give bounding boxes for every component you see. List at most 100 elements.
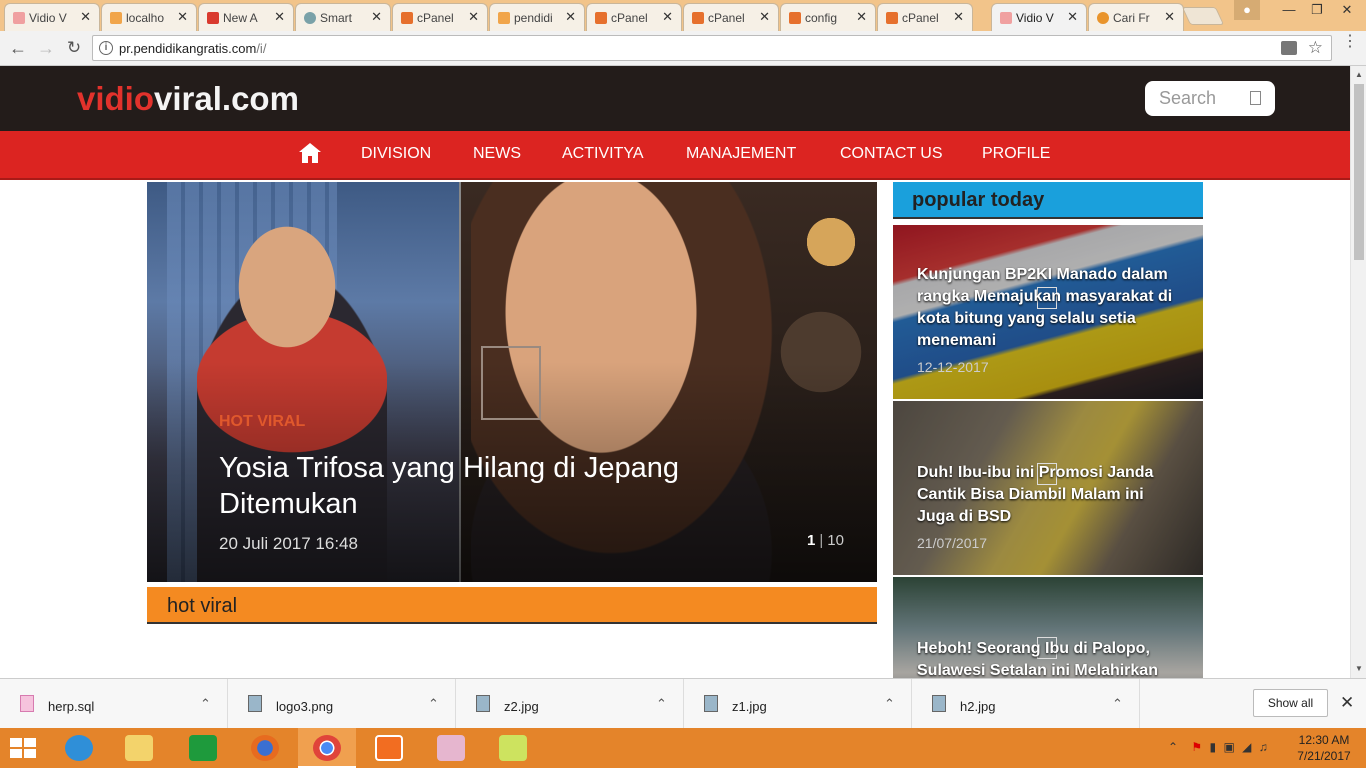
show-all-button[interactable]: Show all [1253,689,1328,717]
chevron-up-icon[interactable]: ⌃ [200,696,211,712]
page-scrollbar[interactable]: ▲ ▼ [1350,66,1366,678]
taskbar-chrome[interactable] [298,728,356,768]
start-button[interactable] [0,728,48,768]
close-icon[interactable]: ✕ [1164,9,1175,25]
scroll-up-arrow-icon[interactable]: ▲ [1355,70,1363,79]
browser-menu-icon[interactable]: ⋮ [1342,34,1358,50]
flag-icon[interactable]: ⚑ [1191,740,1202,754]
hero-category[interactable]: HOT VIRAL [219,413,305,431]
browser-tab[interactable]: Vidio V ✕ [4,3,100,31]
popular-item-title[interactable]: Heboh! Seorang Ibu di Palopo, Sulawesi S… [917,638,1183,678]
close-icon[interactable]: ✕ [565,9,576,25]
reload-icon[interactable]: ↻ [62,36,86,60]
volume-icon[interactable]: ♫ [1259,740,1268,754]
nav-item-contact-us[interactable]: CONTACT US [840,145,943,163]
close-icon[interactable]: ✕ [80,9,91,25]
translate-icon[interactable] [1281,41,1297,55]
pager-total[interactable]: 10 [827,532,844,549]
nav-item-news[interactable]: NEWS [473,145,521,163]
taskbar-ie[interactable] [50,728,108,768]
close-icon[interactable]: ✕ [1340,693,1354,713]
download-item[interactable]: logo3.png ⌃ [228,679,456,729]
taskbar-firefox[interactable] [236,728,294,768]
browser-tab[interactable]: cPanel ✕ [877,3,973,31]
browser-tab[interactable]: cPanel ✕ [392,3,488,31]
browser-tab[interactable]: Cari Fr ✕ [1088,3,1184,31]
new-tab-button[interactable] [1181,7,1225,25]
browser-tab[interactable]: Smart ✕ [295,3,391,31]
popular-item-title[interactable]: Duh! Ibu-ibu ini Promosi Janda Cantik Bi… [917,462,1183,528]
browser-tab[interactable]: cPanel ✕ [586,3,682,31]
chevron-up-icon[interactable]: ⌃ [884,696,895,712]
close-icon[interactable]: ✕ [662,9,673,25]
close-icon[interactable]: ✕ [953,9,964,25]
cpanel-icon [692,12,704,24]
close-icon[interactable]: ✕ [468,9,479,25]
taskbar-app[interactable] [484,728,542,768]
browser-tab[interactable]: config ✕ [780,3,876,31]
forward-arrow-icon[interactable]: → [34,36,58,60]
taskbar-app[interactable] [422,728,480,768]
browser-tab[interactable]: pendidi ✕ [489,3,585,31]
nav-item-manajement[interactable]: MANAJEMENT [686,145,796,163]
chevron-up-icon[interactable]: ⌃ [1112,696,1123,712]
download-item[interactable]: h2.jpg ⌃ [912,679,1140,729]
download-item[interactable]: z1.jpg ⌃ [684,679,912,729]
popular-item[interactable]: Heboh! Seorang Ibu di Palopo, Sulawesi S… [893,577,1203,678]
nav-item-division[interactable]: DIVISION [361,145,431,163]
browser-tab[interactable]: cPanel ✕ [683,3,779,31]
taskbar-explorer[interactable] [110,728,168,768]
download-filename[interactable]: h2.jpg [960,699,995,714]
address-bar[interactable]: i pr.pendidikangratis.com/i/ ☆ [92,35,1332,61]
close-icon[interactable]: ✕ [759,9,770,25]
battery-icon[interactable]: ▮ [1210,740,1217,754]
chevron-up-icon[interactable]: ⌃ [428,696,439,712]
chevron-up-icon[interactable]: ⌃ [656,696,667,712]
taskbar-store[interactable] [174,728,232,768]
minimize-button[interactable]: — [1274,0,1304,20]
scroll-down-arrow-icon[interactable]: ▼ [1355,664,1363,673]
browser-tab-active[interactable]: Vidio V ✕ [991,3,1087,31]
taskbar-xampp[interactable] [360,728,418,768]
home-icon[interactable] [299,143,321,163]
download-filename[interactable]: logo3.png [276,699,333,714]
pager-current[interactable]: 1 [807,532,815,549]
bookmark-star-icon[interactable]: ☆ [1308,38,1323,58]
scrollbar-thumb[interactable] [1354,84,1364,260]
close-icon[interactable]: ✕ [371,9,382,25]
search-icon[interactable] [1250,91,1261,105]
back-arrow-icon[interactable]: ← [6,36,30,60]
nav-item-activitya[interactable]: ACTIVITYA [562,145,644,163]
signal-icon[interactable]: ◢ [1242,740,1251,754]
url-text[interactable]: pr.pendidikangratis.com/i/ [119,41,266,56]
popular-item[interactable]: Duh! Ibu-ibu ini Promosi Janda Cantik Bi… [893,401,1203,575]
display-icon[interactable]: ▣ [1223,740,1234,754]
download-filename[interactable]: z1.jpg [732,699,767,714]
system-clock[interactable]: 12:30 AM 7/21/2017 [1286,732,1362,764]
tab-favicon-icon [13,12,25,24]
hero-slider[interactable]: HOT VIRAL Yosia Trifosa yang Hilang di J… [147,182,877,582]
info-icon[interactable]: i [99,41,113,55]
close-icon[interactable]: ✕ [274,9,285,25]
tab-title: pendidi [514,11,553,25]
window-close-button[interactable]: ✕ [1328,0,1366,20]
user-profile-icon[interactable]: ● [1234,0,1260,20]
download-item[interactable]: z2.jpg ⌃ [456,679,684,729]
browser-tab[interactable]: New A ✕ [198,3,294,31]
download-item[interactable]: herp.sql ⌃ [0,679,228,729]
popular-item[interactable]: Kunjungan BP2KI Manado dalam rangka Mema… [893,225,1203,399]
close-icon[interactable]: ✕ [1067,9,1078,25]
nav-item-profile[interactable]: PROFILE [982,145,1050,163]
search-input[interactable] [1159,88,1243,109]
download-filename[interactable]: herp.sql [48,699,94,714]
close-icon[interactable]: ✕ [177,9,188,25]
hero-title[interactable]: Yosia Trifosa yang Hilang di Jepang Dite… [219,450,739,522]
download-filename[interactable]: z2.jpg [504,699,539,714]
popular-item-title[interactable]: Kunjungan BP2KI Manado dalam rangka Mema… [917,264,1183,352]
section-label[interactable]: hot viral [167,595,237,618]
browser-tab[interactable]: localho ✕ [101,3,197,31]
chevron-up-icon[interactable]: ⌃ [1168,740,1178,754]
site-logo[interactable]: vidioviral.com [77,80,299,118]
close-icon[interactable]: ✕ [856,9,867,25]
video-play-icon[interactable] [481,346,541,420]
